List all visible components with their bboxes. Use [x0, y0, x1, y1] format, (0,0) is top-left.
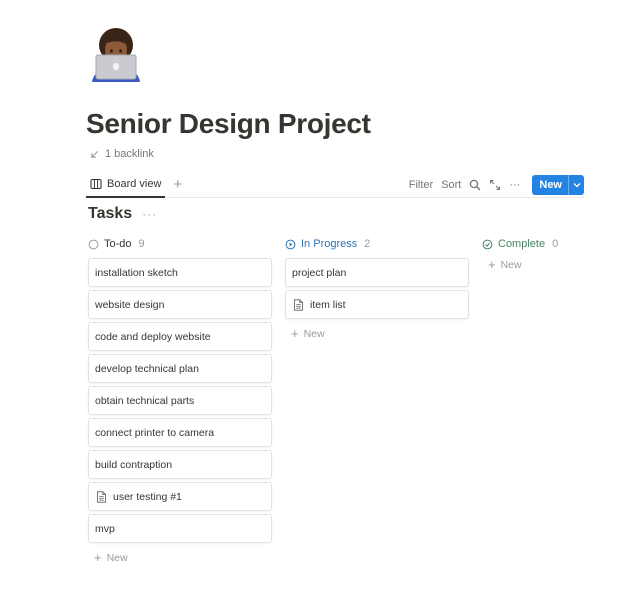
- column-in-progress: In Progress 2 project plan item list + N…: [285, 235, 469, 340]
- card-title: build contraption: [95, 458, 173, 471]
- column-header-complete[interactable]: Complete 0: [482, 235, 640, 253]
- person-with-laptop-icon[interactable]: [90, 26, 142, 82]
- arrow-down-left-icon: [91, 150, 99, 158]
- column-name: In Progress: [301, 238, 358, 250]
- new-button[interactable]: New: [532, 174, 584, 195]
- column-count: 9: [138, 238, 145, 250]
- column-header-todo[interactable]: To-do 9: [88, 235, 272, 253]
- card-title: develop technical plan: [95, 362, 199, 375]
- card-title: website design: [95, 298, 165, 311]
- add-new-label: New: [500, 258, 522, 271]
- card-title: connect printer to camera: [95, 426, 215, 439]
- column-count: 2: [364, 238, 371, 250]
- card[interactable]: installation sketch: [88, 258, 272, 287]
- sort-button[interactable]: Sort: [441, 179, 461, 191]
- play-circle-icon: [285, 239, 296, 249]
- more-options-button[interactable]: ···: [509, 179, 520, 191]
- add-new-card-button[interactable]: + New: [88, 551, 272, 564]
- column-count: 0: [552, 238, 559, 250]
- plus-icon: +: [94, 550, 102, 565]
- card[interactable]: develop technical plan: [88, 354, 272, 383]
- backlink-label: 1 backlink: [105, 148, 154, 160]
- card-title: obtain technical parts: [95, 394, 195, 407]
- card[interactable]: mvp: [88, 514, 272, 543]
- card[interactable]: project plan: [285, 258, 469, 287]
- document-icon: [97, 490, 106, 503]
- card-title: project plan: [292, 266, 347, 279]
- add-new-card-button[interactable]: + New: [482, 258, 640, 271]
- card-title: installation sketch: [95, 266, 178, 279]
- database-more-button[interactable]: ···: [142, 207, 157, 221]
- card[interactable]: item list: [285, 290, 469, 319]
- new-dropdown-button[interactable]: [568, 174, 584, 195]
- add-new-label: New: [106, 551, 128, 564]
- column-name: Complete: [498, 238, 546, 250]
- card-title: code and deploy website: [95, 330, 211, 343]
- column-todo: To-do 9 installation sketch website desi…: [88, 235, 272, 564]
- backlink-link[interactable]: 1 backlink: [90, 148, 154, 160]
- tab-board-view-label: Board view: [107, 177, 162, 190]
- expand-button[interactable]: [489, 179, 501, 191]
- plus-icon: +: [291, 326, 299, 341]
- database-title[interactable]: Tasks: [88, 205, 132, 223]
- card-title: mvp: [95, 522, 115, 535]
- expand-icon: [490, 179, 501, 190]
- new-button-label: New: [539, 178, 562, 191]
- check-circle-icon: [482, 239, 493, 249]
- view-toolbar: Board view + Filter Sort ··· New: [86, 172, 584, 198]
- plus-icon: +: [488, 257, 496, 272]
- document-icon: [294, 298, 303, 311]
- search-button[interactable]: [469, 179, 481, 191]
- board-icon: [90, 178, 102, 189]
- circle-icon: [88, 239, 99, 249]
- column-name: To-do: [104, 238, 132, 250]
- card[interactable]: website design: [88, 290, 272, 319]
- search-icon: [470, 179, 481, 190]
- add-new-label: New: [303, 327, 325, 340]
- card[interactable]: build contraption: [88, 450, 272, 479]
- column-complete: Complete 0 + New: [482, 235, 640, 271]
- chevron-down-icon: [573, 182, 580, 187]
- page-title[interactable]: Senior Design Project: [86, 108, 371, 140]
- card[interactable]: user testing #1: [88, 482, 272, 511]
- card-title: item list: [310, 298, 346, 311]
- add-view-button[interactable]: +: [173, 177, 182, 192]
- tab-board-view[interactable]: Board view: [86, 172, 166, 198]
- card-title: user testing #1: [113, 490, 182, 503]
- card[interactable]: connect printer to camera: [88, 418, 272, 447]
- filter-button[interactable]: Filter: [409, 179, 433, 191]
- card[interactable]: code and deploy website: [88, 322, 272, 351]
- column-header-in-progress[interactable]: In Progress 2: [285, 235, 469, 253]
- add-new-card-button[interactable]: + New: [285, 327, 469, 340]
- card[interactable]: obtain technical parts: [88, 386, 272, 415]
